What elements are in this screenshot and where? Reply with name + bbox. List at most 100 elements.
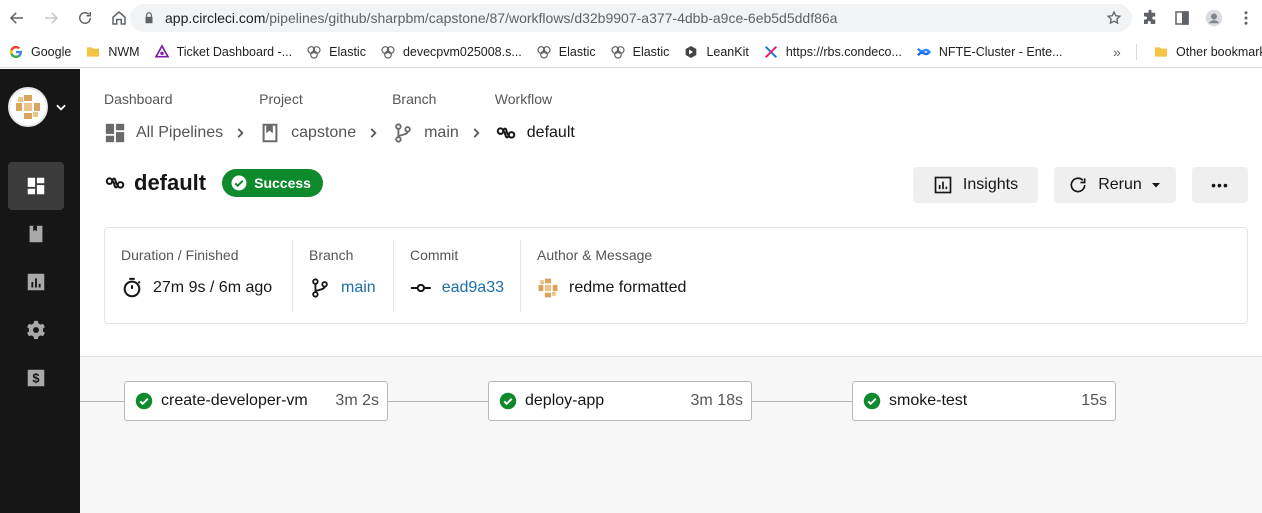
sidebar-item-plan[interactable]: $ — [8, 354, 64, 402]
reload-icon[interactable] — [68, 0, 102, 36]
browser-toolbar: app.circleci.com/pipelines/github/sharpb… — [0, 0, 1262, 36]
job-duration: 3m 2s — [335, 392, 379, 409]
svg-text:$: $ — [32, 371, 39, 386]
project-icon — [29, 225, 43, 243]
breadcrumb-link-main[interactable]: main — [424, 124, 459, 142]
main-content: Dashboard All Pipelines Project capstone… — [80, 69, 1262, 513]
bookmark-condeco[interactable]: https://rbs.condeco... — [763, 44, 902, 60]
sidebar-item-dashboard[interactable] — [8, 162, 64, 210]
summary-branch: Branch main — [293, 240, 394, 312]
summary-duration: Duration / Finished 27m 9s / 6m ago — [105, 240, 293, 312]
other-bookmarks[interactable]: Other bookmarks — [1153, 36, 1262, 68]
author-label: Author & Message — [537, 247, 653, 263]
bookmark-elastic[interactable]: Elastic — [536, 44, 596, 60]
bookmark-star-icon[interactable] — [1106, 10, 1122, 26]
job-deploy-app[interactable]: deploy-app 3m 18s — [488, 381, 752, 421]
summary-author: Author & Message redme formatted — [521, 240, 821, 312]
bookmark-label: Ticket Dashboard -... — [176, 44, 293, 59]
breadcrumb-project: Project capstone — [259, 91, 392, 145]
bookmark-label: LeanKit — [706, 44, 749, 59]
condeco-icon — [763, 44, 779, 60]
graph-connector — [80, 401, 124, 402]
dashboard-icon — [104, 122, 126, 144]
insights-button[interactable]: Insights — [913, 167, 1038, 203]
bookmark-nfte-cluster[interactable]: NFTE-Cluster - Ente... — [916, 44, 1063, 60]
commit-link[interactable]: ead9a33 — [442, 279, 504, 297]
breadcrumb-label: Project — [259, 91, 303, 107]
elastic-icon — [610, 44, 626, 60]
job-create-developer-vm[interactable]: create-developer-vm 3m 2s — [124, 381, 388, 421]
bookmark-label: NWM — [108, 44, 140, 59]
billing-icon: $ — [27, 369, 45, 387]
dashboard-icon — [27, 177, 45, 195]
bookmarks-divider — [1136, 44, 1137, 60]
duration-value: 27m 9s / 6m ago — [153, 279, 273, 296]
commit-label: Commit — [410, 247, 459, 263]
breadcrumb-current-workflow: default — [526, 124, 575, 141]
address-bar[interactable]: app.circleci.com/pipelines/github/sharpb… — [130, 4, 1132, 32]
workflow-graph: create-developer-vm 3m 2s deploy-app 3m … — [80, 356, 1262, 513]
bookmarks-overflow[interactable]: » — [1113, 44, 1121, 60]
chevron-down-icon — [56, 104, 66, 111]
job-name: smoke-test — [889, 392, 968, 409]
elastic-icon — [536, 44, 552, 60]
profile-icon[interactable] — [1198, 0, 1230, 36]
sidebar-item-insights[interactable] — [8, 258, 64, 306]
bookmark-label: https://rbs.condeco... — [785, 44, 902, 59]
breadcrumb-link-capstone[interactable]: capstone — [291, 124, 356, 142]
insights-icon — [27, 273, 45, 291]
job-name: create-developer-vm — [161, 392, 308, 409]
insights-icon — [934, 176, 952, 194]
leankit-icon — [683, 44, 699, 60]
breadcrumb-label: Branch — [392, 91, 437, 107]
elastic-icon — [380, 44, 396, 60]
breadcrumb-dashboard: Dashboard All Pipelines — [104, 91, 259, 145]
more-icon: ••• — [1211, 177, 1229, 193]
branch-icon — [392, 122, 414, 144]
check-circle-icon — [499, 392, 517, 410]
page-title: default — [134, 170, 207, 195]
sidebar-item-settings[interactable] — [8, 306, 64, 354]
rerun-button[interactable]: Rerun — [1054, 167, 1176, 203]
elastic-icon — [306, 44, 322, 60]
commit-message: redme formatted — [569, 279, 687, 296]
forward-icon[interactable] — [34, 0, 68, 36]
breadcrumb-label: Workflow — [494, 91, 553, 107]
confluence-icon — [916, 44, 932, 60]
chevron-right-icon — [473, 128, 480, 138]
browser-menu-icon[interactable] — [1230, 0, 1262, 36]
project-icon — [259, 122, 281, 144]
rerun-icon — [1070, 177, 1086, 193]
chevron-right-icon — [370, 128, 377, 138]
sidebar-item-projects[interactable] — [8, 210, 64, 258]
bookmark-ticket-dashboard[interactable]: Ticket Dashboard -... — [154, 43, 293, 60]
gear-icon — [27, 320, 45, 340]
bookmark-devecpvm[interactable]: devecpvm025008.s... — [380, 44, 522, 60]
bookmark-google[interactable]: Google — [8, 44, 71, 60]
breadcrumb-link-all-pipelines[interactable]: All Pipelines — [136, 124, 223, 142]
summary-commit: Commit ead9a33 — [394, 240, 521, 312]
bookmark-elastic[interactable]: Elastic — [306, 44, 366, 60]
workflow-summary: Duration / Finished 27m 9s / 6m ago Bran… — [104, 227, 1248, 324]
other-bookmarks-label: Other bookmarks — [1176, 45, 1262, 59]
extensions-icon[interactable] — [1134, 0, 1166, 36]
more-actions-button[interactable]: ••• — [1192, 167, 1248, 203]
branch-link[interactable]: main — [341, 279, 376, 297]
google-icon — [8, 44, 24, 60]
circleci-app: $ Dashboard All Pipelines Project capsto… — [0, 69, 1262, 513]
bookmarks-bar: Google NWM Ticket Dashboard -... Elastic… — [0, 36, 1262, 68]
org-switcher[interactable] — [8, 86, 72, 128]
bookmark-leankit[interactable]: LeanKit — [683, 44, 749, 60]
avatar — [8, 87, 48, 127]
job-smoke-test[interactable]: smoke-test 15s — [852, 381, 1116, 421]
bookmark-nwm[interactable]: NWM — [85, 44, 140, 60]
folder-icon — [1153, 44, 1169, 60]
breadcrumb-branch: Branch main — [392, 91, 495, 145]
bookmark-elastic[interactable]: Elastic — [610, 44, 670, 60]
bookmark-label: Elastic — [632, 44, 670, 59]
graph-connector — [388, 401, 488, 402]
breadcrumb-workflow: Workflow default — [495, 91, 575, 145]
status-badge: Success — [222, 169, 323, 197]
side-panel-icon[interactable] — [1166, 0, 1198, 36]
back-icon[interactable] — [0, 0, 34, 36]
